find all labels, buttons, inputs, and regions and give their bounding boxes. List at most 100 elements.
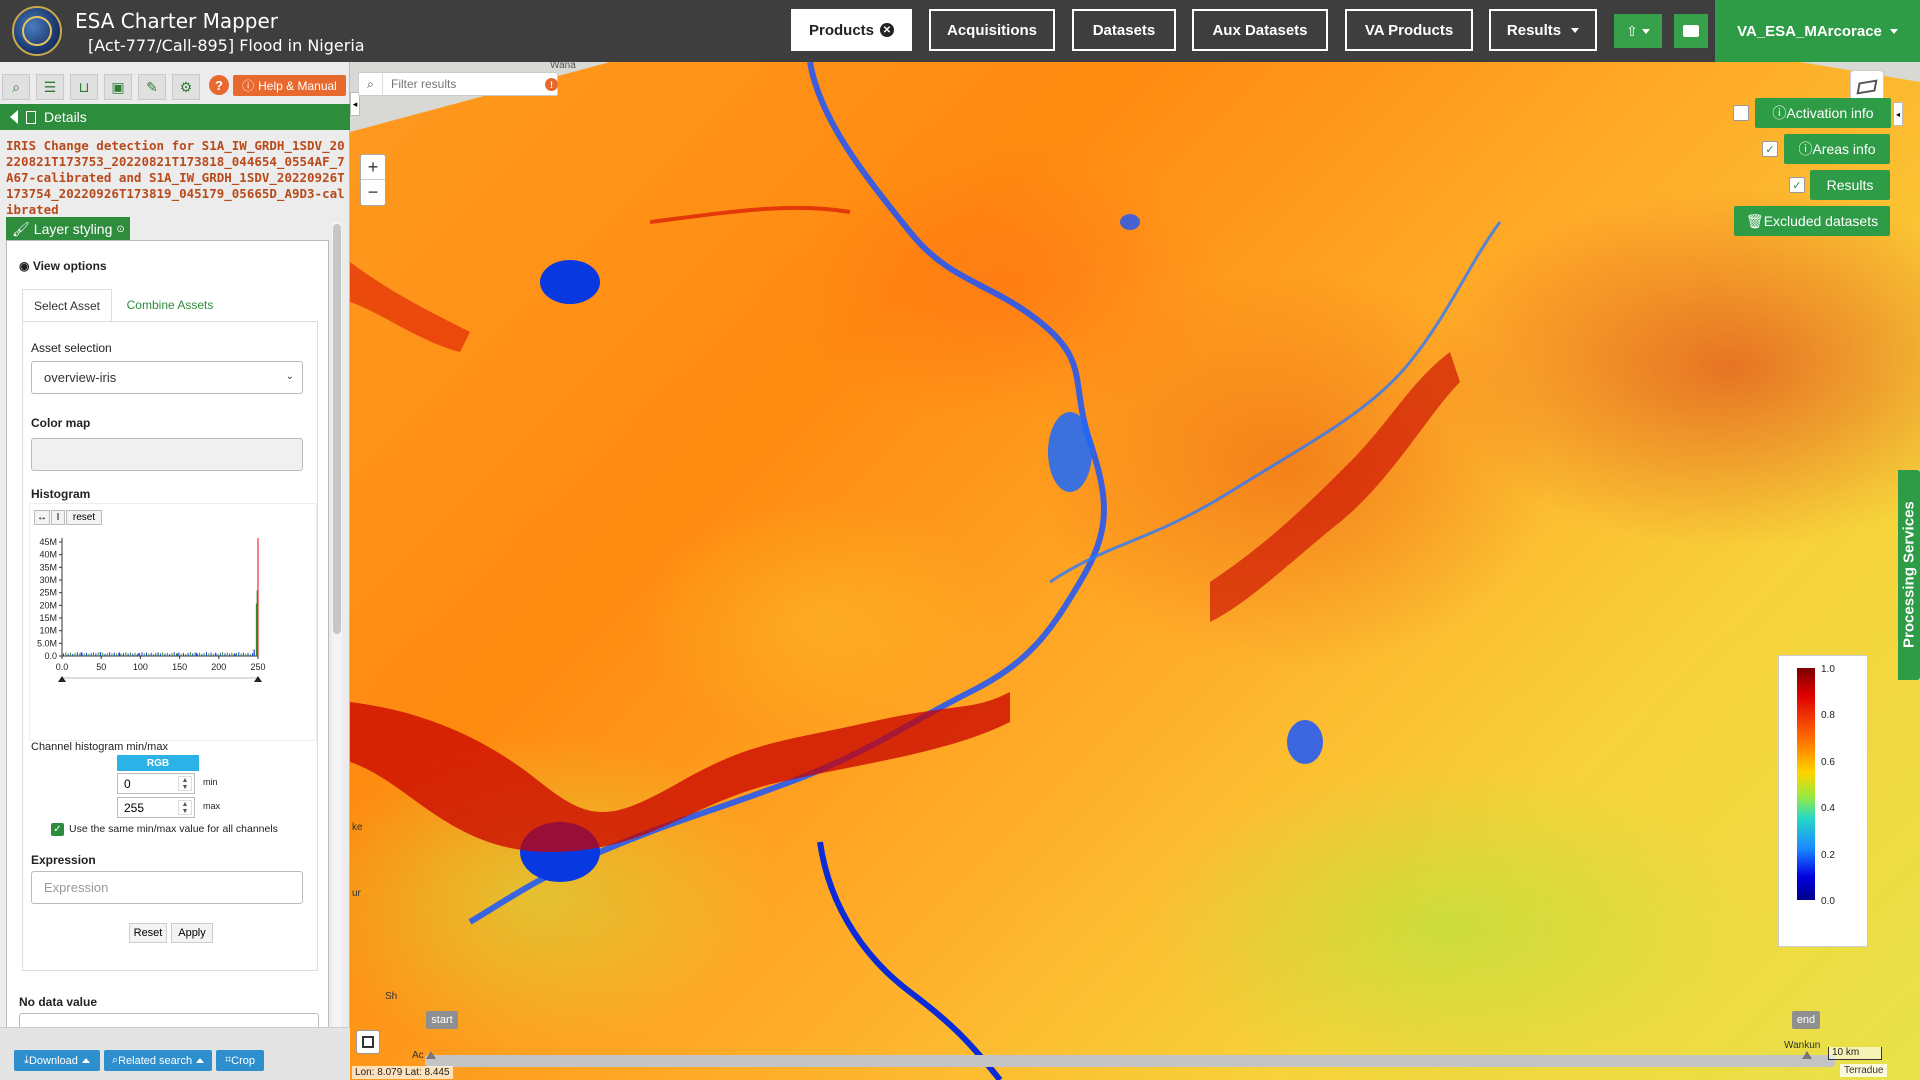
- max-value-input[interactable]: 255 ▲ ▼: [117, 797, 195, 818]
- zoom-in-button[interactable]: +: [361, 155, 385, 180]
- timeline-slider[interactable]: [425, 1055, 1835, 1067]
- list-icon[interactable]: ☰: [36, 74, 64, 100]
- info-icon: ⓘ: [1798, 141, 1813, 157]
- results-checkbox[interactable]: ✓: [1789, 177, 1805, 193]
- overview-map-button[interactable]: [356, 1030, 380, 1054]
- processing-services-tab[interactable]: Processing Services: [1898, 470, 1920, 680]
- hist-y-tick-label: 20M: [39, 600, 57, 610]
- filter-results-box[interactable]: ⌕ !: [358, 72, 558, 96]
- activation-info-button[interactable]: ⓘ Activation info: [1755, 98, 1891, 128]
- areas-info-button[interactable]: ⓘ Areas info: [1784, 134, 1890, 164]
- chevron-up-icon: [81, 1058, 90, 1063]
- nav-va-products-button[interactable]: VA Products: [1345, 9, 1473, 51]
- tab-combine-assets[interactable]: Combine Assets: [115, 289, 225, 321]
- hist-x-tick-label: 50: [96, 662, 106, 672]
- archive-icon[interactable]: ▣: [104, 74, 132, 100]
- nav-results-button[interactable]: Results: [1489, 9, 1597, 51]
- nav-va-products-label: VA Products: [1364, 21, 1454, 39]
- search-icon: ⌕: [359, 73, 383, 95]
- nav-acquisitions-button[interactable]: Acquisitions: [929, 9, 1055, 51]
- stepper-icon[interactable]: ▲ ▼: [178, 776, 192, 791]
- help-manual-label: Help & Manual: [258, 78, 337, 93]
- excluded-datasets-button[interactable]: 🗑 Excluded datasets: [1734, 206, 1890, 236]
- gear-icon[interactable]: ⚙: [172, 74, 200, 100]
- esa-charter-logo-icon[interactable]: [12, 6, 62, 56]
- nav-products-button[interactable]: Products ✕: [791, 9, 912, 51]
- help-manual-button[interactable]: ⓘ Help & Manual: [233, 75, 346, 96]
- layer-styling-label: Layer styling: [33, 221, 113, 237]
- layer-styling-tab[interactable]: 🖌 Layer styling ⊙: [6, 217, 130, 241]
- histogram-svg: 45M 40M 35M 30M 25M 20M 15M 10M 5.0M 0.00.0 50 100 1…: [37, 537, 266, 682]
- activation-title: [Act-777/Call-895] Flood in Nigeria: [88, 36, 365, 55]
- view-options-text: View options: [32, 259, 107, 273]
- place-label: ur: [352, 888, 361, 899]
- details-bar[interactable]: Details: [0, 104, 350, 130]
- info-icon: ⓘ: [1772, 105, 1787, 121]
- place-label: Ac: [412, 1050, 424, 1061]
- download-label: Download: [28, 1054, 78, 1067]
- attribution: Terradue: [1840, 1064, 1888, 1077]
- help-question-icon[interactable]: ?: [209, 75, 229, 95]
- expression-input[interactable]: Expression: [31, 871, 303, 904]
- rgb-channel-badge: RGB: [117, 755, 199, 771]
- filter-results-input[interactable]: [389, 75, 529, 93]
- stepper-icon[interactable]: ▲ ▼: [178, 800, 192, 815]
- legend-tick: 0.4: [1821, 803, 1835, 814]
- min-value-input[interactable]: 0 ▲ ▼: [117, 773, 195, 794]
- nav-aux-datasets-button[interactable]: Aux Datasets: [1192, 9, 1328, 51]
- apply-button[interactable]: Apply: [171, 923, 213, 943]
- nav-results-label: Results: [1506, 21, 1562, 39]
- user-menu[interactable]: VA_ESA_MArcorace: [1715, 0, 1920, 62]
- zoom-out-button[interactable]: −: [361, 180, 385, 205]
- trash-icon: 🗑: [1745, 212, 1764, 229]
- nav-products-label: Products: [808, 21, 874, 39]
- results-button[interactable]: Results: [1810, 170, 1890, 200]
- pan-icon[interactable]: ↔: [34, 510, 50, 525]
- hist-y-tick-label: 45M: [39, 537, 57, 547]
- nav-datasets-button[interactable]: Datasets: [1072, 9, 1176, 51]
- chevron-down-icon: [1641, 28, 1650, 34]
- panel-scrollbar[interactable]: [332, 222, 342, 1074]
- no-data-label: No data value: [19, 995, 98, 1009]
- asset-select[interactable]: overview-iris ⌄: [31, 361, 303, 394]
- info-icon[interactable]: !: [545, 78, 558, 91]
- excluded-datasets-label: Excluded datasets: [1763, 213, 1879, 229]
- place-label: Sh: [385, 991, 398, 1002]
- expand-right-icon[interactable]: ◂: [1893, 102, 1903, 126]
- same-minmax-checkbox[interactable]: ✓: [51, 823, 64, 836]
- expression-label: Expression: [31, 853, 96, 867]
- timeline-start-handle[interactable]: [426, 1051, 436, 1059]
- related-search-button[interactable]: ⌕ Related search: [104, 1050, 212, 1071]
- crop-label: Crop: [231, 1054, 256, 1067]
- pencil-icon[interactable]: ✎: [138, 74, 166, 100]
- search-icon[interactable]: ⌕: [2, 74, 30, 100]
- tab-select-asset[interactable]: Select Asset: [22, 289, 112, 321]
- min-value: 0: [124, 776, 131, 791]
- timeline-start-label[interactable]: start: [426, 1011, 458, 1029]
- crop-button[interactable]: ⌗ Crop: [216, 1050, 264, 1071]
- layers-icon: [1856, 79, 1878, 95]
- reset-button[interactable]: Reset: [129, 923, 167, 943]
- hist-x-tick-label: 200: [211, 662, 226, 672]
- hist-x-tick-label: 0.0: [56, 662, 69, 672]
- histogram-reset-button[interactable]: reset: [66, 510, 102, 525]
- upload-menu-button[interactable]: ⇧: [1614, 14, 1662, 48]
- scrollbar-thumb[interactable]: [333, 224, 341, 634]
- hist-x-tick-label: 100: [133, 662, 148, 672]
- place-label: ke: [352, 822, 363, 833]
- max-value: 255: [124, 800, 145, 815]
- activation-info-checkbox[interactable]: [1733, 105, 1749, 121]
- hist-x-tick-label: 250: [250, 662, 265, 672]
- select-range-icon[interactable]: I: [51, 510, 65, 525]
- areas-info-checkbox[interactable]: ✓: [1762, 141, 1778, 157]
- briefcase-button[interactable]: [1674, 14, 1708, 48]
- close-circle-icon[interactable]: ✕: [880, 23, 894, 37]
- timeline-end-label[interactable]: end: [1792, 1011, 1820, 1029]
- document-icon: [26, 110, 36, 124]
- map-view[interactable]: ◂ ⌕ ! + − ⓘ Activation info ✓ ⓘ Areas in…: [350, 62, 1920, 1080]
- download-button[interactable]: ⤓ Download: [14, 1050, 100, 1071]
- back-arrow-icon[interactable]: [10, 110, 18, 124]
- timeline-end-handle[interactable]: [1802, 1051, 1812, 1059]
- basket-icon[interactable]: ⊔: [70, 74, 98, 100]
- color-map-field[interactable]: [31, 438, 303, 471]
